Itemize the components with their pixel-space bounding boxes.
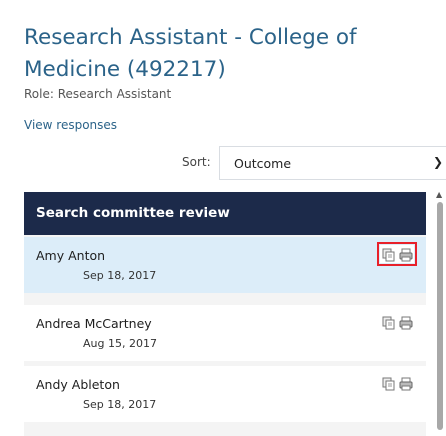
sort-select[interactable]: Outcome ❯ [219,146,446,180]
applicant-row[interactable]: Andy Ableton Sep 18, 2017 [24,366,426,422]
review-panel: Search committee review Amy Anton Sep 18… [24,192,426,436]
applicant-date: Sep 18, 2017 [83,398,157,411]
sort-label: Sort: [182,155,211,169]
copy-icon[interactable] [382,315,396,330]
applicant-name: Amy Anton [36,248,106,263]
view-responses-link[interactable]: View responses [24,118,117,132]
print-icon[interactable] [399,315,413,330]
role-text: Role: Research Assistant [24,87,172,101]
chevron-down-icon: ❯ [432,155,443,169]
row-actions [377,242,417,266]
row-actions [380,374,414,392]
applicant-date: Aug 15, 2017 [83,337,157,350]
scrollbar[interactable]: ▲ [433,190,446,436]
page-title: Research Assistant - College of Medicine… [24,25,357,82]
scrollbar-thumb[interactable] [437,202,443,430]
applicant-row[interactable]: Amy Anton Sep 18, 2017 [24,237,426,293]
sort-select-value: Outcome [234,156,292,171]
row-actions [380,313,414,331]
copy-icon[interactable] [382,247,396,262]
scroll-up-icon[interactable]: ▲ [436,190,442,199]
panel-header: Search committee review [24,192,426,235]
applicant-name: Andrea McCartney [36,316,152,331]
applicant-date: Sep 18, 2017 [83,269,157,282]
copy-icon[interactable] [382,376,396,391]
print-icon[interactable] [399,247,413,262]
applicant-name: Andy Ableton [36,377,120,392]
applicant-row[interactable]: Andrea McCartney Aug 15, 2017 [24,305,426,361]
print-icon[interactable] [399,376,413,391]
